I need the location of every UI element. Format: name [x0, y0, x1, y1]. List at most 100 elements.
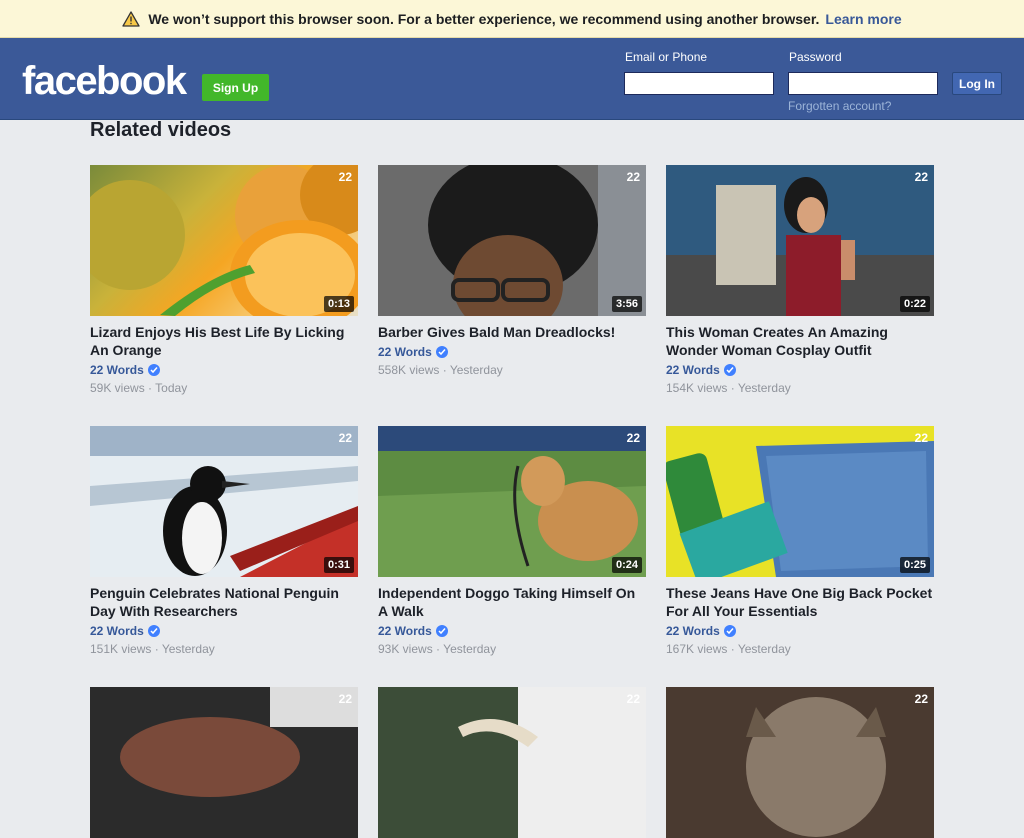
meta-separator: · — [730, 642, 735, 656]
video-title[interactable]: This Woman Creates An Amazing Wonder Wom… — [666, 323, 934, 359]
verified-badge-icon — [723, 625, 736, 637]
view-count: 154K views — [666, 381, 728, 395]
page-name[interactable]: 22 Words — [666, 624, 720, 638]
video-card[interactable]: 22 — [90, 687, 358, 838]
thumbnail-image — [378, 165, 646, 316]
video-title[interactable]: Independent Doggo Taking Himself On A Wa… — [378, 584, 646, 620]
learn-more-link[interactable]: Learn more — [825, 11, 901, 27]
video-meta: 154K views · Yesterday — [666, 381, 934, 395]
channel-badge: 22 — [338, 170, 352, 184]
top-navigation-bar: facebook Sign Up Email or Phone Password… — [0, 38, 1024, 120]
video-meta: 558K views · Yesterday — [378, 363, 646, 377]
video-card[interactable]: 22 0:13 Lizard Enjoys His Best Life By L… — [90, 165, 358, 395]
channel-badge: 22 — [914, 431, 928, 445]
view-count: 93K views — [378, 642, 433, 656]
video-card[interactable]: 22 — [378, 687, 646, 838]
video-card[interactable]: 22 0:24 Independent Doggo Taking Himself… — [378, 426, 646, 656]
thumbnail-image — [90, 165, 358, 316]
password-label: Password — [789, 50, 842, 64]
verified-badge-icon — [435, 346, 448, 358]
verified-badge-icon — [723, 364, 736, 376]
channel-badge: 22 — [914, 692, 928, 706]
video-card[interactable]: 22 3:56 Barber Gives Bald Man Dreadlocks… — [378, 165, 646, 377]
video-thumbnail[interactable]: 22 3:56 — [378, 165, 646, 316]
warning-icon — [122, 10, 140, 27]
page-name[interactable]: 22 Words — [90, 624, 144, 638]
video-thumbnail[interactable]: 22 — [378, 687, 646, 838]
page-name-link[interactable]: 22 Words — [378, 345, 646, 359]
sign-up-button[interactable]: Sign Up — [202, 74, 269, 101]
page-name[interactable]: 22 Words — [378, 345, 432, 359]
video-card[interactable]: 22 — [666, 687, 934, 838]
page-name-link[interactable]: 22 Words — [378, 624, 646, 638]
video-meta: 93K views · Yesterday — [378, 642, 646, 656]
channel-badge: 22 — [626, 692, 640, 706]
meta-separator: · — [154, 642, 159, 656]
video-duration: 0:31 — [323, 557, 354, 573]
video-title[interactable]: These Jeans Have One Big Back Pocket For… — [666, 584, 934, 620]
meta-separator: · — [730, 381, 735, 395]
meta-separator: · — [148, 381, 153, 395]
page-name-link[interactable]: 22 Words — [90, 363, 358, 377]
thumbnail-image — [90, 687, 358, 838]
thumbnail-image — [666, 165, 934, 316]
email-label: Email or Phone — [625, 50, 708, 64]
video-meta: 151K views · Yesterday — [90, 642, 358, 656]
log-in-button[interactable]: Log In — [952, 72, 1002, 95]
forgotten-account-link[interactable]: Forgotten account? — [788, 99, 891, 113]
page-name-link[interactable]: 22 Words — [666, 363, 934, 377]
video-thumbnail[interactable]: 22 0:22 — [666, 165, 934, 316]
view-count: 151K views — [90, 642, 152, 656]
video-title[interactable]: Barber Gives Bald Man Dreadlocks! — [378, 323, 646, 341]
meta-separator: · — [442, 363, 447, 377]
view-count: 59K views — [90, 381, 145, 395]
browser-warning-banner: We won’t support this browser soon. For … — [0, 0, 1024, 38]
thumbnail-image — [90, 426, 358, 577]
video-duration: 0:13 — [323, 296, 354, 312]
video-card[interactable]: 22 0:31 Penguin Celebrates National Peng… — [90, 426, 358, 656]
thumbnail-image — [378, 687, 646, 838]
video-card[interactable]: 22 0:25 These Jeans Have One Big Back Po… — [666, 426, 934, 656]
video-thumbnail[interactable]: 22 0:13 — [90, 165, 358, 316]
video-thumbnail[interactable]: 22 — [666, 687, 934, 838]
video-meta: 59K views · Today — [90, 381, 358, 395]
page-name-link[interactable]: 22 Words — [666, 624, 934, 638]
page-name[interactable]: 22 Words — [90, 363, 144, 377]
view-count: 558K views — [378, 363, 440, 377]
video-card[interactable]: 22 0:22 This Woman Creates An Amazing Wo… — [666, 165, 934, 395]
video-duration: 3:56 — [611, 296, 642, 312]
related-videos-heading: Related videos — [90, 119, 232, 141]
page-name-link[interactable]: 22 Words — [90, 624, 358, 638]
upload-time: Yesterday — [443, 642, 497, 656]
video-meta: 167K views · Yesterday — [666, 642, 934, 656]
upload-time: Today — [155, 381, 188, 395]
meta-separator: · — [436, 642, 441, 656]
password-field[interactable] — [788, 72, 938, 95]
video-thumbnail[interactable]: 22 0:31 — [90, 426, 358, 577]
email-field[interactable] — [624, 72, 774, 95]
channel-badge: 22 — [338, 692, 352, 706]
thumbnail-image — [666, 687, 934, 838]
upload-time: Yesterday — [737, 642, 791, 656]
thumbnail-image — [666, 426, 934, 577]
upload-time: Yesterday — [737, 381, 791, 395]
video-title[interactable]: Lizard Enjoys His Best Life By Licking A… — [90, 323, 358, 359]
video-thumbnail[interactable]: 22 — [90, 687, 358, 838]
channel-badge: 22 — [626, 431, 640, 445]
upload-time: Yesterday — [449, 363, 503, 377]
page-name[interactable]: 22 Words — [666, 363, 720, 377]
upload-time: Yesterday — [161, 642, 215, 656]
thumbnail-image — [378, 426, 646, 577]
channel-badge: 22 — [914, 170, 928, 184]
facebook-logo[interactable]: facebook — [22, 61, 187, 101]
page-name[interactable]: 22 Words — [378, 624, 432, 638]
video-thumbnail[interactable]: 22 0:24 — [378, 426, 646, 577]
video-title[interactable]: Penguin Celebrates National Penguin Day … — [90, 584, 358, 620]
verified-badge-icon — [147, 625, 160, 637]
video-thumbnail[interactable]: 22 0:25 — [666, 426, 934, 577]
view-count: 167K views — [666, 642, 728, 656]
banner-message: We won’t support this browser soon. For … — [148, 10, 820, 27]
verified-badge-icon — [147, 364, 160, 376]
verified-badge-icon — [435, 625, 448, 637]
video-duration: 0:24 — [611, 557, 642, 573]
